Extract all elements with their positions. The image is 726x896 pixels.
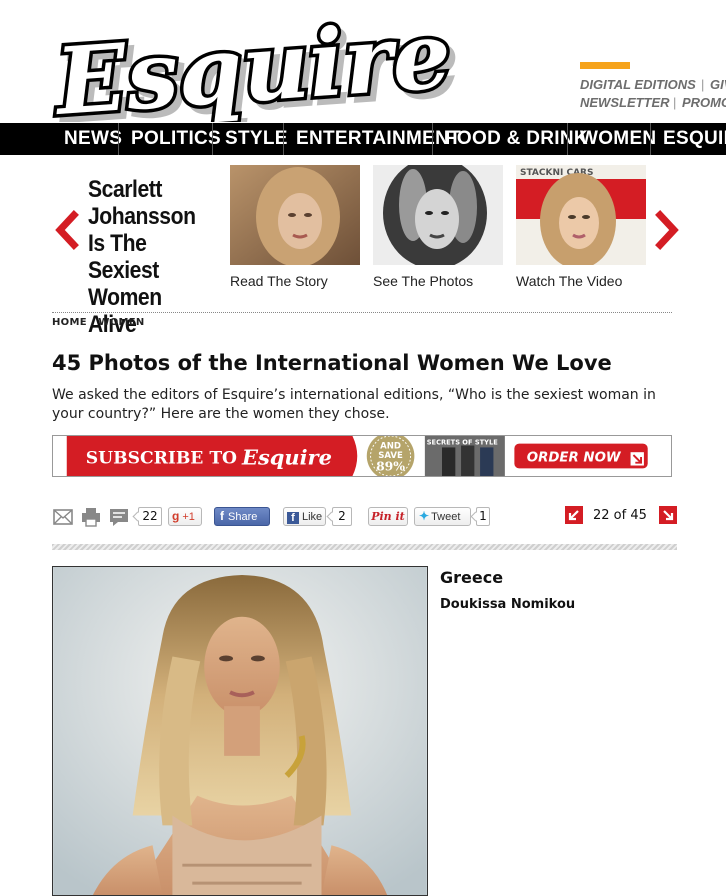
promo-caption-video[interactable]: Watch The Video (516, 273, 622, 289)
google-plus-icon: g (172, 509, 180, 523)
comment-icon[interactable] (109, 507, 129, 527)
next-arrow-icon[interactable] (659, 506, 677, 524)
svg-text:Esquire: Esquire (241, 445, 332, 470)
newsletter-link[interactable]: NEWSLETTER (580, 95, 670, 110)
tweet-count: 1 (476, 507, 490, 526)
svg-text:Esquire: Esquire (52, 14, 454, 122)
promo-image-story[interactable] (230, 165, 360, 265)
print-icon[interactable] (81, 507, 101, 527)
tweet-button[interactable]: ✦ Tweet (414, 507, 471, 526)
twitter-bird-icon: ✦ (419, 509, 430, 523)
promo-headline[interactable]: Scarlett Johansson Is The Sexiest Women … (88, 176, 211, 338)
svg-text:SECRETS OF STYLE: SECRETS OF STYLE (427, 439, 498, 447)
promo-image-photos[interactable] (373, 165, 503, 265)
page-dek: We asked the editors of Esquire’s intern… (52, 387, 656, 422)
email-icon[interactable] (53, 507, 73, 527)
svg-text:ORDER NOW: ORDER NOW (527, 451, 622, 466)
facebook-icon: f (287, 512, 299, 524)
promotions-link[interactable]: PROMO (682, 95, 726, 110)
svg-text:AND: AND (380, 441, 401, 451)
chevron-left-icon[interactable] (54, 210, 80, 250)
like-count: 2 (332, 507, 352, 526)
slide-name: Doukissa Nomikou (440, 597, 576, 612)
facebook-share-button[interactable]: f Share (214, 507, 270, 526)
top-links-divider: | (673, 95, 677, 110)
digital-editions-link[interactable]: DIGITAL EDITIONS (580, 77, 696, 92)
svg-text:SUBSCRIBE TO: SUBSCRIBE TO (86, 449, 237, 469)
breadcrumb[interactable]: HOME / WOMEN (52, 317, 145, 328)
promo-caption-story[interactable]: Read The Story (230, 273, 328, 289)
page-title: 45 Photos of the International Women We … (52, 351, 612, 375)
slide-country: Greece (440, 568, 504, 587)
facebook-icon: f (220, 509, 224, 523)
divider (52, 312, 672, 313)
main-nav: NEWS POLITICS STYLE ENTERTAINMENT FOOD &… (0, 123, 726, 155)
google-plus-button[interactable]: g +1 (168, 507, 202, 526)
accent-bar (580, 62, 630, 69)
pinterest-button[interactable]: Pin it (368, 507, 408, 526)
previous-arrow-icon[interactable] (565, 506, 583, 524)
promo-image-video[interactable]: STACKNI CARS (516, 165, 646, 265)
comment-count: 22 (138, 507, 162, 526)
pager-count: 22 of 45 (593, 508, 647, 523)
chevron-right-icon[interactable] (654, 210, 680, 250)
hatched-divider (52, 544, 677, 550)
svg-text:89%: 89% (376, 458, 405, 473)
nav-item-esquire[interactable]: ESQUIRE (651, 123, 726, 155)
promo-caption-photos[interactable]: See The Photos (373, 273, 473, 289)
subscribe-banner[interactable]: SUBSCRIBE TO Esquire AND SAVE 89% SECRET… (52, 435, 672, 477)
giveaways-link[interactable]: GIV (710, 77, 726, 92)
esquire-logo[interactable]: Esquire Esquire (52, 14, 522, 122)
slide-photo[interactable] (52, 566, 428, 896)
facebook-like-button[interactable]: f Like (283, 507, 326, 526)
top-links-divider: | (701, 77, 705, 92)
